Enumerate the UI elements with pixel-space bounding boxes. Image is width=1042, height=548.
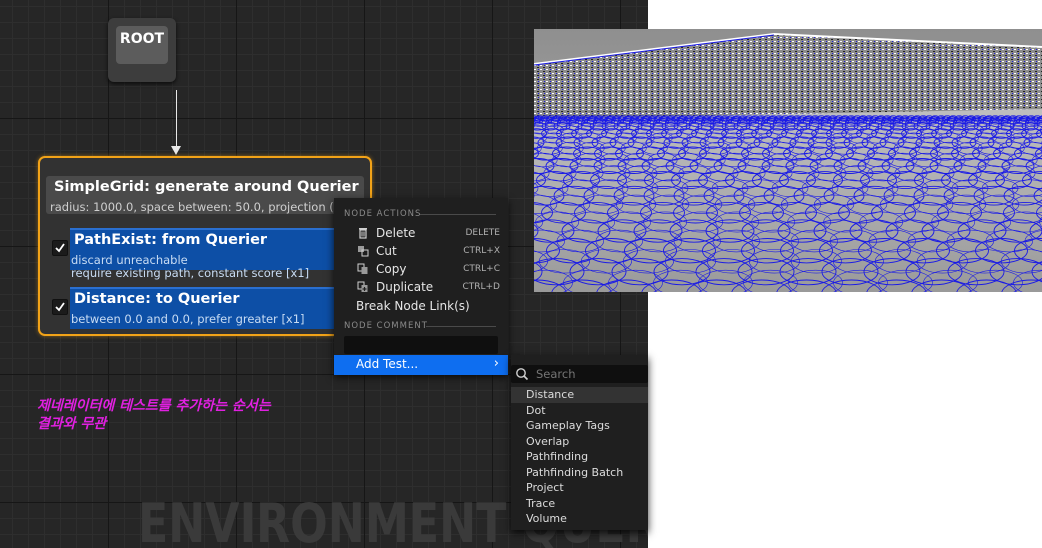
- menu-item-label: Cut: [376, 244, 397, 258]
- environment-query-preview-image: [534, 29, 1042, 292]
- test-enabled-checkbox[interactable]: [52, 299, 68, 315]
- generator-subtitle: radius: 1000.0, space between: 50.0, pro…: [50, 200, 372, 214]
- test-title: PathExist: from Querier: [74, 232, 268, 248]
- test-row-distance[interactable]: Distance: to Querier between 0.0 and 0.0…: [46, 287, 368, 329]
- node-context-menu: NODE ACTIONS Delete DELETE Cut CTRL+X Co…: [334, 198, 508, 375]
- menu-item-shortcut: CTRL+D: [462, 282, 500, 292]
- test-description: discard unreachable: [71, 253, 188, 267]
- menu-item-shortcut: DELETE: [465, 228, 500, 238]
- menu-item-label: Copy: [376, 262, 407, 276]
- root-node[interactable]: ROOT: [108, 18, 176, 82]
- submenu-item-label: Distance: [526, 388, 575, 401]
- submenu-item-project[interactable]: Project: [511, 480, 648, 496]
- node-link-line: [176, 90, 177, 148]
- test-title: Distance: to Querier: [74, 291, 240, 307]
- submenu-item-label: Trace: [526, 496, 556, 510]
- chevron-right-icon: ›: [493, 356, 499, 371]
- test-node-pathexist[interactable]: PathExist: from Querier discard unreacha…: [70, 228, 368, 280]
- submenu-item-distance[interactable]: Distance: [511, 387, 648, 403]
- menu-item-add-test[interactable]: Add Test... ›: [334, 355, 508, 375]
- checkmark-icon: [55, 302, 65, 312]
- test-description: require existing path, constant score [x…: [71, 266, 310, 280]
- submenu-item-gameplay-tags[interactable]: Gameplay Tags: [511, 418, 648, 434]
- submenu-search-box[interactable]: [511, 365, 648, 383]
- submenu-item-label: Overlap: [526, 434, 570, 448]
- menu-separator: [420, 214, 496, 215]
- submenu-item-label: Pathfinding Batch: [526, 465, 624, 479]
- menu-item-label: Add Test...: [356, 357, 419, 371]
- submenu-item-volume[interactable]: Volume: [511, 511, 648, 527]
- menu-item-shortcut: CTRL+X: [463, 246, 500, 256]
- node-link-arrowhead: [171, 146, 181, 155]
- submenu-item-label: Gameplay Tags: [526, 419, 610, 432]
- menu-section-node-comment: NODE COMMENT: [344, 321, 428, 331]
- trash-icon: [359, 228, 367, 239]
- submenu-item-pathfinding[interactable]: Pathfinding: [511, 449, 648, 465]
- menu-item-break-links[interactable]: Break Node Link(s): [334, 297, 508, 315]
- menu-section-node-actions: NODE ACTIONS: [344, 209, 422, 219]
- generator-title: SimpleGrid: generate around Querier: [54, 179, 359, 195]
- menu-separator: [426, 326, 496, 327]
- generator-header: SimpleGrid: generate around Querier radi…: [46, 176, 370, 214]
- add-test-submenu: Distance Dot Gameplay Tags Overlap Pathfindi…: [511, 355, 648, 530]
- test-enabled-checkbox[interactable]: [52, 240, 68, 256]
- copy-icon: [357, 263, 368, 274]
- search-input[interactable]: [536, 367, 646, 381]
- menu-item-label: Duplicate: [376, 280, 434, 294]
- root-node-label: ROOT: [116, 26, 168, 64]
- checkmark-icon: [55, 243, 65, 253]
- test-row-pathexist[interactable]: PathExist: from Querier discard unreacha…: [46, 228, 368, 280]
- test-node-distance[interactable]: Distance: to Querier between 0.0 and 0.0…: [70, 287, 368, 329]
- submenu-item-label: Pathfinding: [526, 450, 589, 463]
- search-icon: [516, 368, 529, 381]
- node-comment-field[interactable]: [344, 336, 498, 354]
- menu-item-cut[interactable]: Cut CTRL+X: [334, 242, 508, 260]
- menu-item-label: Delete: [376, 226, 416, 240]
- generator-node[interactable]: SimpleGrid: generate around Querier radi…: [38, 156, 372, 336]
- submenu-item-dot[interactable]: Dot: [511, 403, 648, 419]
- annotation-line: 결과와 무관: [37, 416, 107, 432]
- submenu-item-trace[interactable]: Trace: [511, 496, 648, 512]
- menu-item-shortcut: CTRL+C: [463, 264, 500, 274]
- submenu-item-overlap[interactable]: Overlap: [511, 434, 648, 450]
- annotation-line: 제네레이터에 테스트를 추가하는 순서는: [37, 398, 271, 414]
- submenu-item-pathfinding-batch[interactable]: Pathfinding Batch: [511, 465, 648, 481]
- submenu-item-label: Volume: [526, 512, 567, 525]
- menu-item-label: Break Node Link(s): [356, 299, 470, 313]
- debug-grid-visualization: [534, 29, 1042, 292]
- menu-item-copy[interactable]: Copy CTRL+C: [334, 260, 508, 278]
- duplicate-icon: [357, 281, 368, 292]
- menu-item-duplicate[interactable]: Duplicate CTRL+D: [334, 278, 508, 296]
- annotation-note: 제네레이터에 테스트를 추가하는 순서는 결과와 무관: [37, 397, 271, 433]
- cut-icon: [358, 246, 369, 257]
- submenu-item-label: Project: [526, 481, 564, 494]
- submenu-item-label: Dot: [526, 403, 546, 417]
- menu-item-delete[interactable]: Delete DELETE: [334, 224, 508, 242]
- test-description: between 0.0 and 0.0, prefer greater [x1]: [71, 312, 305, 326]
